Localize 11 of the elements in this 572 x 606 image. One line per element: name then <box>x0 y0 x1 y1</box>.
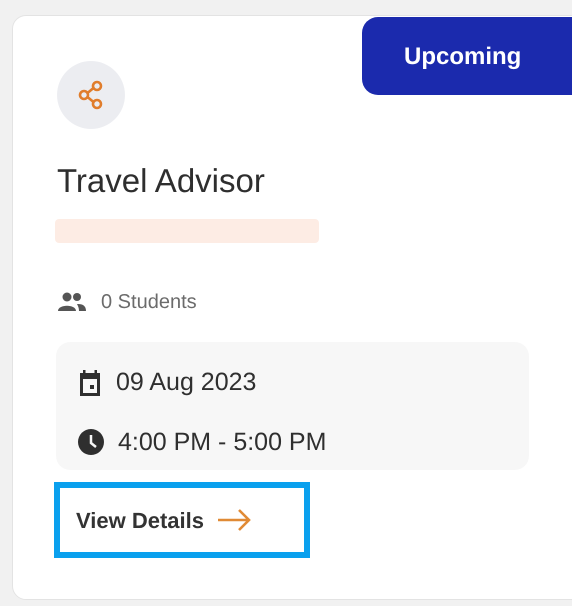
share-icon[interactable] <box>78 80 104 110</box>
status-badge: Upcoming <box>362 17 572 95</box>
view-details-link[interactable]: View Details <box>54 482 310 558</box>
students-count: 0 Students <box>101 290 197 315</box>
calendar-icon <box>78 370 102 396</box>
course-title: Travel Advisor <box>57 161 265 201</box>
people-icon <box>57 292 87 312</box>
clock-icon <box>78 429 104 456</box>
arrow-right-icon <box>216 508 252 532</box>
date-text: 09 Aug 2023 <box>116 367 256 398</box>
time-text: 4:00 PM - 5:00 PM <box>118 426 326 458</box>
